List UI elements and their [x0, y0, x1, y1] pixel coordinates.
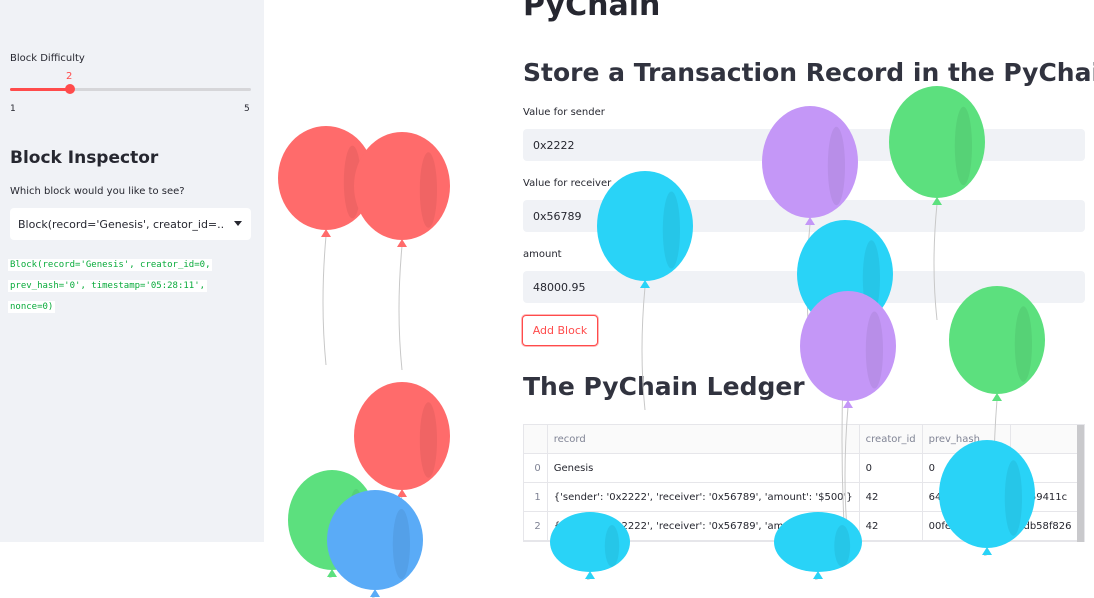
column-header[interactable]: [524, 425, 548, 454]
balloon-blue-1: [327, 490, 423, 598]
slider-min: 1: [10, 104, 16, 114]
row-index: 0: [524, 453, 548, 483]
balloon-cyan-5: [774, 512, 862, 580]
block-select-value: Block(record='Genesis', creator_id=...: [18, 217, 223, 231]
balloon-cyan-3: [939, 440, 1035, 556]
code-line: nonce=0): [8, 301, 56, 313]
block-select-label: Which block would you like to see?: [10, 186, 185, 197]
balloon-purple-2: [800, 291, 896, 542]
balloon-cyan-1: [597, 171, 693, 410]
slider-value: 2: [66, 71, 73, 82]
sidebar: Block Difficulty 2 1 5 Block Inspector W…: [0, 0, 264, 542]
page-title: PyChain: [523, 0, 661, 23]
form-heading: Store a Transaction Record in the PyChai…: [523, 58, 1094, 87]
slider-label: Block Difficulty: [10, 53, 85, 64]
code-line: Block(record='Genesis', creator_id=0,: [8, 259, 213, 271]
row-index: 2: [524, 511, 548, 541]
balloon-green-2: [889, 86, 985, 320]
sender-label: Value for sender: [523, 107, 605, 118]
amount-label: amount: [523, 249, 562, 260]
code-line: prev_hash='0', timestamp='05:28:11',: [8, 280, 208, 292]
block-code-output: Block(record='Genesis', creator_id=0, pr…: [8, 255, 240, 318]
table-scrollbar[interactable]: [1077, 425, 1084, 542]
slider-max: 5: [244, 104, 250, 114]
block-select[interactable]: Block(record='Genesis', creator_id=...: [10, 208, 251, 240]
balloon-red-2: [354, 132, 450, 370]
row-index: 1: [524, 482, 548, 512]
difficulty-slider-thumb[interactable]: [65, 84, 76, 94]
block-inspector-title: Block Inspector: [10, 148, 159, 168]
add-block-button[interactable]: Add Block: [522, 315, 598, 346]
chevron-down-icon: [234, 221, 242, 226]
difficulty-slider-fill: [10, 88, 71, 91]
balloon-cyan-4: [550, 512, 630, 580]
